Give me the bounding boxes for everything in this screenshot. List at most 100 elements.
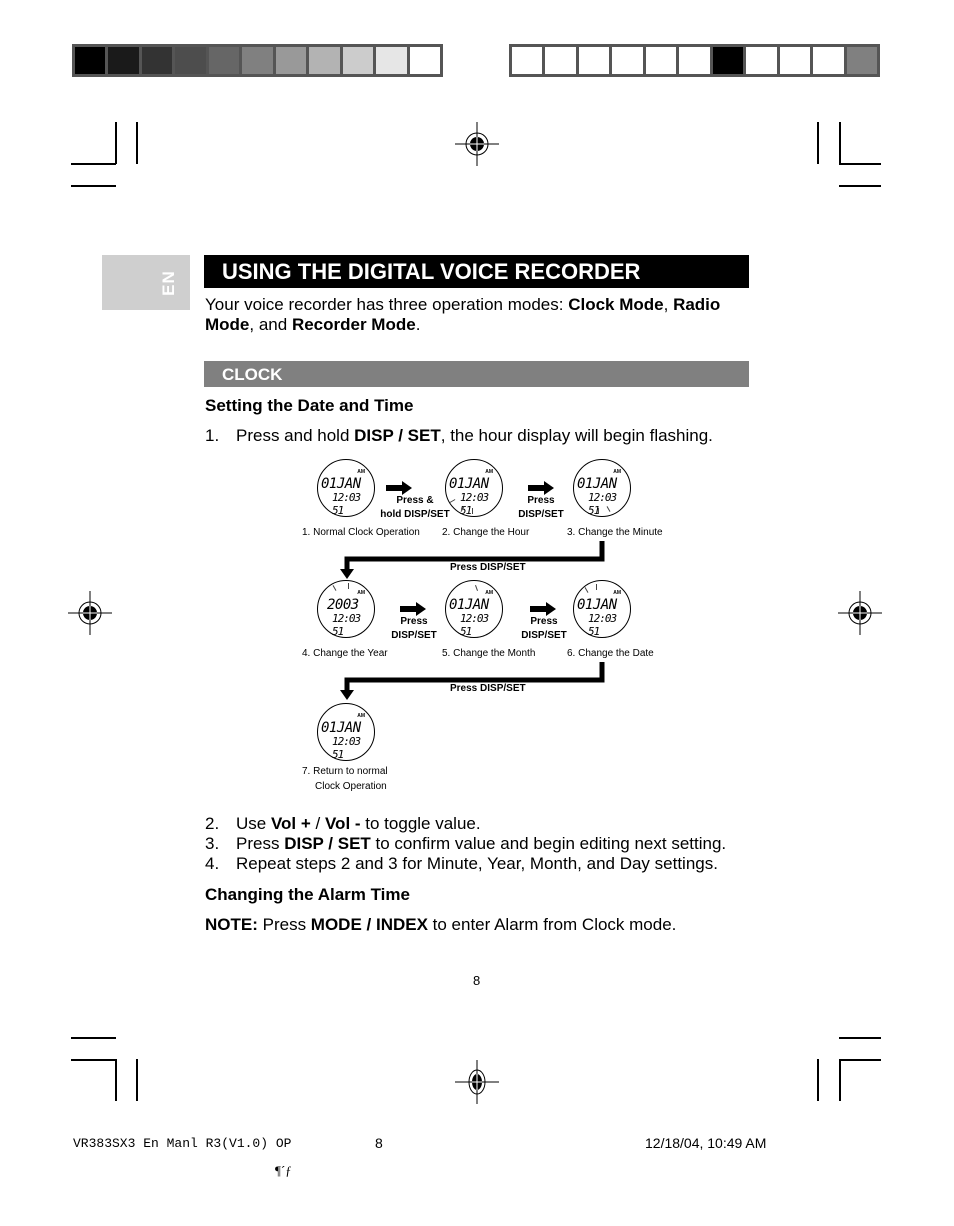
color-swatch — [141, 47, 173, 74]
color-swatch — [512, 47, 543, 74]
subsection-heading-date-time: Setting the Date and Time — [205, 396, 414, 415]
press-label: Press DISP/SET — [510, 494, 572, 522]
step-3: 3. Press DISP / SET to confirm value and … — [205, 834, 726, 854]
period: . — [415, 315, 421, 334]
press-line1: Press — [400, 616, 428, 627]
lcd-time: 12:03 51 — [332, 612, 361, 638]
color-swatch — [545, 47, 576, 74]
arrow-right-icon — [400, 602, 426, 616]
step-2: 2. Use Vol + / Vol - to toggle value. — [205, 814, 481, 834]
lcd-date: 01JAN — [449, 597, 489, 613]
lcd-display: AM 01JAN 12:03 51 — [317, 459, 375, 517]
am-indicator: AM — [613, 590, 621, 596]
footer-file-code: VR383SX3 En Manl R3(V1.0) OP — [73, 1136, 292, 1151]
step-1: 1. Press and hold DISP / SET, the hour di… — [205, 426, 713, 446]
footer-symbol: ¶´ƒ — [275, 1163, 292, 1178]
lcd-date: 01JAN — [449, 476, 489, 492]
color-swatch — [813, 47, 844, 74]
color-swatch — [409, 47, 440, 74]
am-indicator: AM — [613, 469, 621, 475]
press-disp-set-label: Press DISP/SET — [450, 562, 526, 573]
color-swatch — [712, 47, 744, 74]
step-key: DISP / SET — [354, 426, 441, 445]
intro-paragraph: Your voice recorder has three operation … — [205, 295, 755, 335]
lcd-display: AM 01JAN 12:03 51 — [573, 459, 631, 517]
step-number: 2. — [205, 814, 220, 833]
lcd-date: 01JAN — [577, 476, 617, 492]
color-bar-grayscale — [72, 44, 443, 77]
press-line2: DISP/SET — [391, 630, 437, 641]
press-hold-label: Press & hold DISP/SET — [374, 494, 456, 522]
step-text: to toggle value. — [360, 814, 481, 833]
intro-text: Your voice recorder has three operation … — [205, 295, 569, 314]
lcd-time: 12:03 51 — [588, 612, 617, 638]
am-indicator: AM — [485, 590, 493, 596]
section-title-clock: CLOCK — [204, 361, 749, 387]
step-4: 4. Repeat steps 2 and 3 for Minute, Year,… — [205, 854, 718, 874]
page-title: USING THE DIGITAL VOICE RECORDER — [204, 255, 749, 288]
separator: , — [663, 295, 674, 314]
color-swatch — [342, 47, 374, 74]
color-swatch — [275, 47, 307, 74]
step-text: Repeat steps 2 and 3 for Minute, Year, M… — [236, 854, 718, 873]
press-line1: Press — [527, 495, 555, 506]
step-text: Press — [236, 834, 285, 853]
color-bar-registration — [509, 44, 880, 77]
registration-mark-right-icon — [838, 591, 882, 635]
press-line1: Press — [530, 616, 558, 627]
press-line2: DISP/SET — [521, 630, 567, 641]
caption-step-3: 3. Change the Minute — [567, 527, 663, 538]
lcd-display: AM 01JAN 12:03 51 — [445, 580, 503, 638]
step-text: to confirm value and begin editing next … — [370, 834, 727, 853]
caption-line1: 7. Return to normal — [302, 766, 388, 777]
color-swatch — [846, 47, 877, 74]
press-hold-line1: Press & — [396, 495, 434, 506]
color-swatch — [679, 47, 710, 74]
color-swatch — [208, 47, 240, 74]
lcd-display: AM 01JAN 12:03 51 — [573, 580, 631, 638]
color-swatch — [75, 47, 106, 74]
am-indicator: AM — [485, 469, 493, 475]
step-number: 3. — [205, 834, 220, 853]
color-swatch — [612, 47, 643, 74]
step-text: / — [310, 814, 325, 833]
step-key: DISP / SET — [284, 834, 371, 853]
press-hold-line2: hold DISP/SET — [380, 509, 450, 520]
color-swatch — [309, 47, 340, 74]
color-swatch — [242, 47, 273, 74]
arrow-right-icon — [530, 602, 556, 616]
step-key: Vol - — [324, 814, 361, 833]
separator: , and — [249, 315, 292, 334]
step-number: 1. — [205, 426, 220, 445]
step-number: 4. — [205, 854, 220, 873]
caption-step-7: 7. Return to normal Clock Operation — [302, 764, 388, 794]
footer-date: 12/18/04, 10:49 AM — [645, 1135, 767, 1151]
subsection-heading-alarm: Changing the Alarm Time — [205, 885, 410, 904]
footer-page: 8 — [375, 1135, 383, 1151]
page-number: 8 — [473, 973, 481, 988]
color-swatch — [746, 47, 777, 74]
lcd-time: 12:03 51 — [332, 491, 361, 517]
color-swatch — [779, 47, 811, 74]
mode-clock: Clock Mode — [568, 295, 664, 314]
registration-mark-bottom-icon — [455, 1060, 499, 1104]
step-key: Vol + — [270, 814, 311, 833]
color-swatch — [175, 47, 206, 74]
lcd-date: 01JAN — [321, 476, 361, 492]
lcd-time: 12:03 51 — [588, 491, 617, 517]
color-swatch — [376, 47, 407, 74]
color-swatch — [645, 47, 677, 74]
am-indicator: AM — [357, 713, 365, 719]
step-text: Press and hold — [236, 426, 355, 445]
mode-recorder: Recorder Mode — [291, 315, 416, 334]
press-line2: DISP/SET — [518, 509, 564, 520]
caption-step-5: 5. Change the Month — [442, 648, 536, 659]
press-label: Press DISP/SET — [383, 615, 445, 643]
note-text: to enter Alarm from Clock mode. — [427, 915, 677, 934]
am-indicator: AM — [357, 590, 365, 596]
step-text: Use — [236, 814, 271, 833]
note-label: NOTE: — [205, 915, 258, 934]
note-key: MODE / INDEX — [310, 915, 428, 934]
color-swatch — [578, 47, 610, 74]
lcd-display: AM 2003 12:03 51 — [317, 580, 375, 638]
